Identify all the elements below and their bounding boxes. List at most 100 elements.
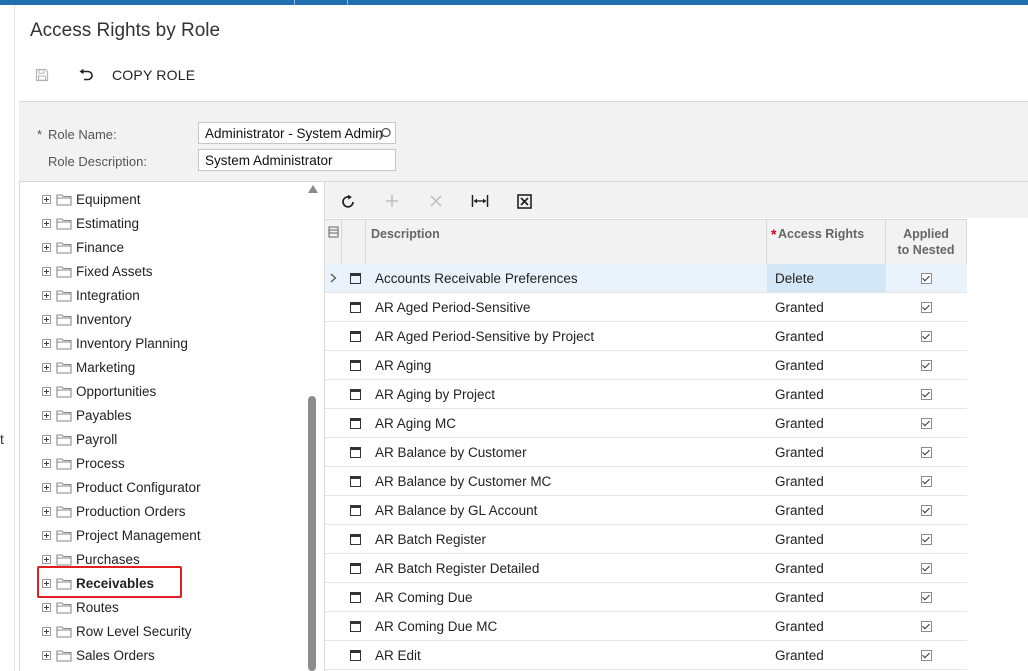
column-header-applied-to-nested[interactable]: Applied to Nested (886, 220, 967, 264)
access-rights-cell[interactable]: Granted (767, 322, 886, 350)
tree-item[interactable]: Marketing (42, 356, 135, 378)
checkbox-checked-icon[interactable] (921, 504, 932, 516)
role-name-field[interactable]: Administrator - System Admin (198, 122, 396, 144)
expand-icon[interactable] (42, 506, 51, 516)
tree-item[interactable]: Equipment (42, 188, 141, 210)
expand-icon[interactable] (42, 194, 51, 204)
tree-item[interactable]: Integration (42, 284, 140, 306)
expand-icon[interactable] (42, 434, 51, 444)
tree-item[interactable]: Opportunities (42, 380, 156, 402)
access-rights-cell[interactable]: Granted (767, 612, 886, 640)
expand-icon[interactable] (42, 314, 51, 324)
tree-item[interactable]: Finance (42, 236, 124, 258)
checkbox-checked-icon[interactable] (921, 359, 932, 371)
access-rights-cell[interactable]: Granted (767, 496, 886, 524)
scroll-up-arrow-icon[interactable] (308, 185, 318, 193)
checkbox-checked-icon[interactable] (921, 533, 932, 545)
checkbox-checked-icon[interactable] (921, 620, 932, 632)
applied-to-nested-cell[interactable] (886, 612, 967, 640)
applied-to-nested-cell[interactable] (886, 496, 967, 524)
row-selector[interactable] (325, 467, 342, 495)
row-selector[interactable] (325, 641, 342, 669)
expand-icon[interactable] (42, 218, 51, 228)
table-row[interactable]: AR Aging by Project Granted (325, 380, 967, 409)
table-row[interactable]: AR Batch Register Granted (325, 525, 967, 554)
access-rights-cell[interactable]: Granted (767, 293, 886, 321)
column-header-description[interactable]: Description (366, 220, 767, 264)
access-rights-cell[interactable]: Granted (767, 583, 886, 611)
delete-row-button[interactable] (425, 190, 447, 212)
expand-icon[interactable] (42, 626, 51, 636)
export-excel-button[interactable] (513, 190, 535, 212)
row-selector[interactable] (325, 409, 342, 437)
access-rights-cell[interactable]: Granted (767, 525, 886, 553)
applied-to-nested-cell[interactable] (886, 583, 967, 611)
applied-to-nested-cell[interactable] (886, 641, 967, 669)
tree-item[interactable]: Sales Orders (42, 644, 155, 666)
applied-to-nested-cell[interactable] (886, 525, 967, 553)
expand-icon[interactable] (42, 266, 51, 276)
table-row[interactable]: Accounts Receivable Preferences Delete (325, 264, 967, 293)
undo-button[interactable] (75, 62, 97, 88)
row-selector[interactable] (325, 525, 342, 553)
table-row[interactable]: AR Coming Due Granted (325, 583, 967, 612)
applied-to-nested-cell[interactable] (886, 467, 967, 495)
expand-icon[interactable] (42, 338, 51, 348)
checkbox-checked-icon[interactable] (921, 301, 932, 313)
access-rights-cell[interactable]: Granted (767, 351, 886, 379)
tree-item[interactable]: Project Management (42, 524, 201, 546)
tree-item[interactable]: Production Orders (42, 500, 186, 522)
copy-role-button[interactable]: COPY ROLE (112, 62, 195, 88)
tree-item[interactable]: Purchases (42, 548, 140, 570)
table-row[interactable]: AR Aging MC Granted (325, 409, 967, 438)
column-header-access-rights[interactable]: * Access Rights (767, 220, 886, 264)
access-rights-cell[interactable]: Granted (767, 380, 886, 408)
applied-to-nested-cell[interactable] (886, 351, 967, 379)
row-selector[interactable] (325, 438, 342, 466)
table-row[interactable]: AR Aging Granted (325, 351, 967, 380)
table-row[interactable]: AR Balance by Customer Granted (325, 438, 967, 467)
expand-icon[interactable] (42, 458, 51, 468)
row-selector[interactable] (325, 612, 342, 640)
checkbox-checked-icon[interactable] (921, 475, 932, 487)
table-row[interactable]: AR Balance by Customer MC Granted (325, 467, 967, 496)
save-button[interactable] (31, 62, 53, 88)
table-row[interactable]: AR Aged Period-Sensitive by Project Grant… (325, 322, 967, 351)
row-selector[interactable] (325, 554, 342, 582)
expand-icon[interactable] (42, 410, 51, 420)
applied-to-nested-cell[interactable] (886, 438, 967, 466)
table-row[interactable]: AR Batch Register Detailed Granted (325, 554, 967, 583)
table-row[interactable]: AR Balance by GL Account Granted (325, 496, 967, 525)
row-selector[interactable] (325, 322, 342, 350)
column-settings-cell[interactable] (325, 220, 342, 264)
tree-item[interactable]: Process (42, 452, 125, 474)
expand-icon[interactable] (42, 290, 51, 300)
row-selector[interactable] (325, 583, 342, 611)
row-selector[interactable] (325, 293, 342, 321)
expand-icon[interactable] (42, 602, 51, 612)
row-selector[interactable] (325, 380, 342, 408)
tree-item[interactable]: Product Configurator (42, 476, 201, 498)
table-row[interactable]: AR Coming Due MC Granted (325, 612, 967, 641)
tree-item[interactable]: Row Level Security (42, 620, 192, 642)
expand-icon[interactable] (42, 530, 51, 540)
tree-item[interactable]: Inventory Planning (42, 332, 188, 354)
checkbox-checked-icon[interactable] (921, 446, 932, 458)
fit-columns-button[interactable] (469, 190, 491, 212)
tree-item[interactable]: Routes (42, 596, 119, 618)
tree-item[interactable]: Receivables (42, 572, 154, 594)
access-rights-cell[interactable]: Granted (767, 409, 886, 437)
checkbox-checked-icon[interactable] (921, 417, 932, 429)
access-rights-cell[interactable]: Granted (767, 641, 886, 669)
checkbox-checked-icon[interactable] (921, 649, 932, 661)
row-selector[interactable] (325, 264, 342, 292)
checkbox-checked-icon[interactable] (921, 591, 932, 603)
checkbox-checked-icon[interactable] (921, 388, 932, 400)
table-row[interactable]: AR Edit Granted (325, 641, 967, 670)
expand-icon[interactable] (42, 362, 51, 372)
tree-item[interactable]: Estimating (42, 212, 139, 234)
access-rights-cell[interactable]: Granted (767, 554, 886, 582)
applied-to-nested-cell[interactable] (886, 264, 967, 292)
refresh-button[interactable] (337, 190, 359, 212)
tree-item[interactable]: Payables (42, 404, 132, 426)
